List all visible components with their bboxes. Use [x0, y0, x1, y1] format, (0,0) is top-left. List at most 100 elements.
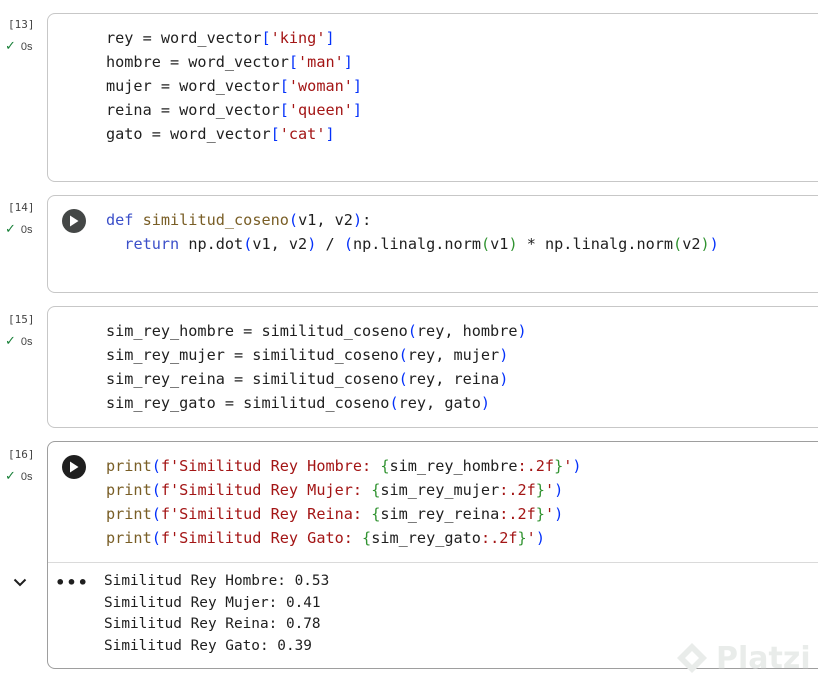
code-cell-13[interactable]: rey = word_vector['king'] hombre = word_v… — [47, 13, 818, 182]
execution-count: [13] — [8, 18, 35, 31]
code-token: [ — [288, 53, 299, 71]
code-token: [ — [261, 29, 271, 47]
code-token: } — [535, 505, 545, 523]
code-token: ' — [544, 481, 555, 499]
code-token: } — [535, 481, 545, 499]
code-token: / — [316, 235, 344, 253]
code-token: f'Similitud Rey Hombre: — [160, 457, 381, 475]
output-actions-button[interactable]: ••• — [55, 572, 88, 592]
code-editor[interactable]: def similitud_coseno(v1, v2): return np.… — [106, 208, 719, 256]
code-line: sim_rey_hombre = similitud_coseno(rey, h… — [106, 319, 527, 343]
code-token: : — [362, 211, 372, 229]
output-line: Similitud Rey Reina: 0.78 — [104, 616, 321, 632]
code-line: print(f'Similitud Rey Reina: {sim_rey_re… — [106, 502, 582, 526]
code-editor[interactable]: sim_rey_hombre = similitud_coseno(rey, h… — [106, 319, 527, 415]
code-editor[interactable]: rey = word_vector['king'] hombre = word_v… — [106, 26, 362, 146]
code-line: print(f'Similitud Rey Gato: {sim_rey_gat… — [106, 526, 582, 550]
code-token: ) — [700, 235, 710, 253]
code-token: print — [106, 505, 152, 523]
code-token: ) — [480, 394, 491, 412]
code-token: * np.linalg.norm — [517, 235, 674, 253]
checkmark-icon: ✓ — [5, 334, 16, 349]
checkmark-icon: ✓ — [5, 469, 16, 484]
code-token: ) — [307, 235, 317, 253]
code-token: return — [124, 235, 180, 253]
code-token: print — [106, 457, 152, 475]
code-token: :.2f — [499, 481, 536, 499]
code-token: ( — [151, 529, 161, 547]
code-token: print — [106, 481, 152, 499]
code-line: sim_rey_gato = similitud_coseno(rey, gat… — [106, 391, 527, 415]
code-token: ( — [288, 211, 299, 229]
code-token: ] — [325, 29, 335, 47]
platzi-logo — [677, 643, 707, 673]
output-line: Similitud Rey Mujer: 0.41 — [104, 594, 321, 611]
code-token: f'Similitud Rey Mujer: — [160, 481, 372, 499]
run-cell-button[interactable] — [62, 209, 86, 233]
code-token: ( — [243, 235, 253, 253]
code-token: v1 — [490, 235, 509, 253]
code-line: gato = word_vector['cat'] — [106, 122, 362, 146]
code-token: } — [554, 457, 564, 475]
code-token: ) — [535, 529, 545, 547]
code-token: ) — [554, 505, 564, 523]
code-line: sim_rey_reina = similitud_coseno(rey, re… — [106, 367, 527, 391]
execution-status: ✓ 0s — [5, 39, 33, 54]
code-token: ' — [526, 529, 536, 547]
code-token: [ — [279, 77, 289, 95]
more-horizontal-icon: ••• — [55, 572, 89, 592]
execution-time: 0s — [20, 470, 33, 483]
code-editor[interactable]: print(f'Similitud Rey Hombre: {sim_rey_h… — [106, 454, 582, 550]
code-cell-15[interactable]: sim_rey_hombre = similitud_coseno(rey, h… — [47, 306, 818, 428]
code-token: print — [106, 529, 152, 547]
code-token: ( — [673, 235, 683, 253]
code-token: ' — [544, 505, 555, 523]
run-cell-button[interactable] — [62, 455, 86, 479]
code-token: sim_rey_mujer = similitud_coseno — [106, 346, 399, 364]
code-token: 'king' — [270, 29, 326, 47]
code-token: rey, gato — [398, 394, 481, 412]
collapse-output-button[interactable] — [8, 570, 32, 594]
output-line: Similitud Rey Hombre: 0.53 — [104, 573, 330, 589]
watermark-text: Platzi — [716, 640, 811, 676]
code-token: def — [106, 211, 134, 229]
code-token: reina = word_vector — [106, 101, 280, 119]
code-token: { — [371, 505, 381, 523]
code-token: 'woman' — [288, 77, 353, 95]
play-icon — [70, 215, 79, 227]
execution-count: [14] — [8, 201, 35, 214]
code-token: ( — [389, 394, 399, 412]
code-token: ( — [151, 457, 161, 475]
cell-output: Similitud Rey Hombre: 0.53 Similitud Rey … — [104, 571, 329, 657]
code-token: sim_rey_reina = similitud_coseno — [106, 370, 399, 388]
execution-status: ✓ 0s — [5, 222, 33, 237]
code-token: ) — [554, 481, 564, 499]
code-cell-16[interactable]: print(f'Similitud Rey Hombre: {sim_rey_h… — [47, 441, 818, 669]
code-line: return np.dot(v1, v2) / (np.linalg.norm(… — [106, 232, 719, 256]
code-token: ] — [325, 125, 335, 143]
code-line: def similitud_coseno(v1, v2): — [106, 208, 719, 232]
code-line: sim_rey_mujer = similitud_coseno(rey, mu… — [106, 343, 527, 367]
code-token: 'man' — [298, 53, 344, 71]
code-token: :.2f — [499, 505, 536, 523]
code-line: mujer = word_vector['woman'] — [106, 74, 362, 98]
code-token: ( — [398, 370, 408, 388]
code-token: ) — [517, 322, 527, 340]
code-token: rey, reina — [407, 370, 500, 388]
code-token: v2 — [682, 235, 701, 253]
code-line: print(f'Similitud Rey Hombre: {sim_rey_h… — [106, 454, 582, 478]
code-token: ( — [151, 481, 161, 499]
code-token: :.2f — [517, 457, 555, 475]
code-token: v1, v2 — [298, 211, 353, 229]
execution-time: 0s — [20, 223, 33, 236]
code-token: ( — [151, 505, 161, 523]
code-token: { — [371, 481, 381, 499]
code-cell-14[interactable]: def similitud_coseno(v1, v2): return np.… — [47, 195, 818, 293]
code-token: [ — [270, 125, 280, 143]
code-token: ] — [352, 77, 363, 95]
checkmark-icon: ✓ — [5, 222, 16, 237]
code-token: ) — [499, 346, 509, 364]
code-token: 'queen' — [288, 101, 353, 119]
